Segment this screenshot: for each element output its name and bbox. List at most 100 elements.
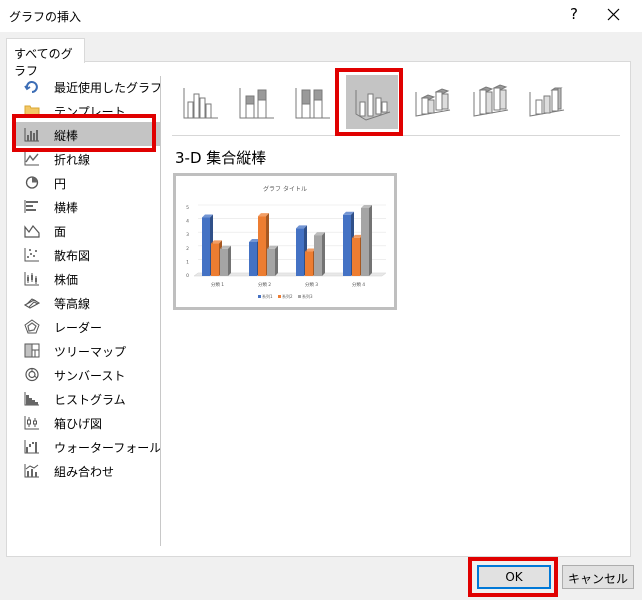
preview-y-tick: 2 [186,246,189,252]
area-chart-icon [24,223,40,238]
category-stock[interactable]: 株価 [16,266,161,290]
category-pie[interactable]: 円 [16,170,161,194]
selected-chart-name: 3-D 集合縦棒 [175,149,267,167]
box-whisker-icon [24,415,40,430]
pie-chart-icon [24,175,40,190]
preview-legend-label: 系列2 [282,293,293,299]
subtype-stacked-column[interactable] [230,75,282,129]
subtype-clustered-column[interactable] [174,75,226,129]
close-icon [607,8,620,21]
preview-bar [249,242,257,276]
preview-bar [202,217,210,276]
sunburst-icon [24,367,40,382]
subtype-100-stacked-column[interactable] [286,75,338,129]
category-waterfall[interactable]: ウォーターフォール [16,434,161,458]
preview-bar [220,248,228,276]
line-chart-icon [24,151,40,166]
preview-y-tick: 5 [186,205,189,211]
stock-chart-icon [24,271,40,286]
subtype-3d-stacked-column[interactable] [406,75,458,129]
preview-bar [267,248,275,276]
category-label: 株価 [54,273,79,287]
category-histogram[interactable]: ヒストグラム [16,386,161,410]
category-label: 最近使用したグラフ [54,81,163,95]
preview-y-tick: 0 [186,273,189,279]
cancel-button[interactable]: キャンセル [562,565,634,589]
preview-legend-label: 系列1 [262,293,273,299]
category-label: サンバースト [54,369,126,383]
category-area[interactable]: 面 [16,218,161,242]
close-button[interactable] [604,3,624,25]
recent-icon [24,79,40,94]
window-title: グラフの挿入 [9,10,82,24]
preview-bar [258,216,266,276]
preview-x-tick: 分類 3 [305,281,318,288]
category-label: 面 [54,225,67,239]
preview-bar [314,235,322,276]
category-label: 円 [54,177,67,191]
preview-bar [296,228,304,276]
preview-bar-side [369,205,372,276]
radar-chart-icon [24,319,40,334]
3d-100-stacked-column-icon [473,84,509,117]
waterfall-icon [24,439,40,454]
preview-y-tick: 3 [186,232,189,238]
category-label: ウォーターフォール [54,441,162,455]
100-stacked-column-icon [295,88,330,119]
preview-bar-side [322,232,325,276]
preview-legend-swatch [298,295,301,298]
preview-bar [343,214,351,276]
highlight-subtype-3d-clustered [335,68,403,136]
stacked-column-icon [239,88,274,119]
category-label: 組み合わせ [54,465,115,479]
preview-chart: グラフ タイトル 0 1 2 3 4 5 分類 1 分類 2 分類 3 分類 4 系列1 系列2 系列3 [186,185,387,299]
category-label: ヒストグラム [54,393,126,407]
surface-chart-icon [23,295,41,310]
help-button[interactable]: ? [566,5,582,23]
clustered-column-icon [183,88,218,119]
category-combo[interactable]: 組み合わせ [16,458,161,482]
3d-stacked-column-icon [415,88,451,117]
preview-legend-swatch [258,295,261,298]
category-label: 横棒 [54,201,79,215]
3d-column-icon [529,87,565,117]
tab-all-charts[interactable]: すべてのグラフ [6,38,85,78]
combo-chart-icon [24,463,40,478]
pane-separator [160,76,161,546]
title-bar: グラフの挿入 ? [0,0,642,32]
category-label: レーダー [54,321,103,335]
preview-bar [352,237,360,276]
preview-bar [305,251,313,276]
scatter-chart-icon [24,247,40,262]
category-radar[interactable]: レーダー [16,314,161,338]
treemap-icon [24,343,40,358]
category-sunburst[interactable]: サンバースト [16,362,161,386]
preview-bar [361,208,369,276]
preview-bar [211,243,219,276]
preview-y-tick: 4 [186,219,189,225]
category-bar[interactable]: 横棒 [16,194,161,218]
category-label: 折れ線 [54,153,91,167]
category-treemap[interactable]: ツリーマップ [16,338,161,362]
ok-button[interactable]: OK [477,565,551,589]
category-label: ツリーマップ [54,345,127,359]
bar-chart-icon [24,199,40,214]
preview-x-tick: 分類 1 [211,281,224,288]
category-label: 散布図 [54,249,91,263]
category-label: 箱ひげ図 [54,417,103,431]
preview-legend-label: 系列3 [302,293,313,299]
preview-y-tick: 1 [186,259,189,265]
tab-strip: すべてのグラフ [0,32,642,78]
preview-legend-swatch [278,295,281,298]
preview-bar-side [275,245,278,276]
chart-preview[interactable]: グラフ タイトル 0 1 2 3 4 5 分類 1 分類 2 分類 3 分類 4 系列1 系列2 系列3 [173,173,397,310]
subtype-3d-100-stacked-column[interactable] [464,75,516,129]
category-scatter[interactable]: 散布図 [16,242,161,266]
highlight-category-column [12,114,156,152]
category-box-whisker[interactable]: 箱ひげ図 [16,410,161,434]
category-label: 等高線 [54,297,91,311]
preview-title: グラフ タイトル [263,185,307,193]
subtype-3d-column[interactable] [520,75,572,129]
preview-x-tick: 分類 4 [352,281,365,288]
category-surface[interactable]: 等高線 [16,290,161,314]
